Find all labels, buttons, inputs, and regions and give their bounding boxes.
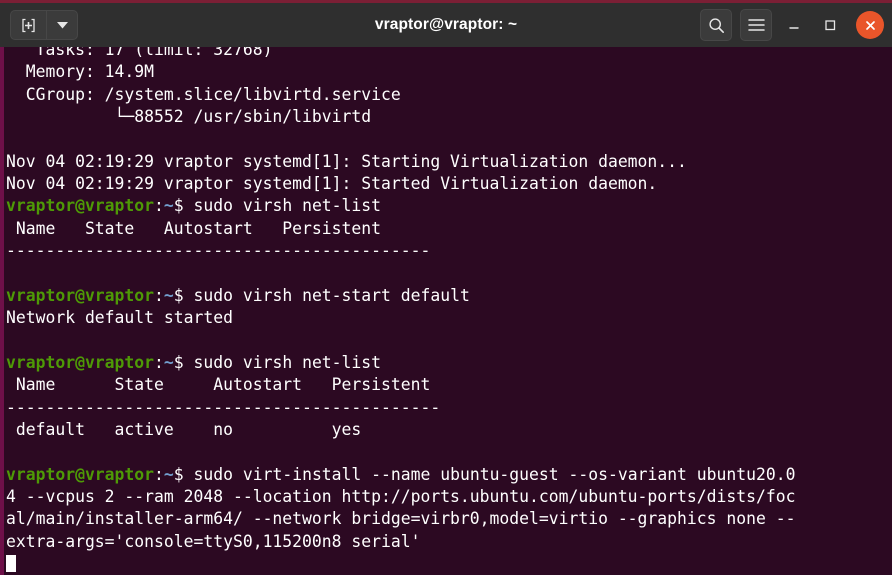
- terminal-body[interactable]: Tasks: 17 (limit: 32768) Memory: 14.9M C…: [0, 47, 892, 575]
- close-button[interactable]: [856, 11, 884, 39]
- terminal-output-line: └─88552 /usr/sbin/libvirtd: [6, 107, 372, 127]
- terminal-output-line: Name State Autostart Persistent: [6, 218, 381, 238]
- new-tab-button[interactable]: [10, 10, 46, 40]
- terminal-prompt-line: vraptor@vraptor:~$ sudo virsh net-list: [6, 352, 892, 374]
- prompt-command: sudo virsh net-start default: [183, 285, 470, 305]
- prompt-command: sudo virt-install --name ubuntu-guest --…: [183, 464, 796, 484]
- maximize-icon: [825, 20, 836, 31]
- prompt-path: ~: [163, 285, 174, 305]
- prompt-user-host: vraptor@vraptor: [6, 285, 155, 305]
- close-icon: [865, 20, 875, 30]
- titlebar-right-controls: [700, 9, 884, 41]
- prompt-separator: :: [154, 352, 164, 372]
- prompt-path: ~: [163, 196, 174, 216]
- search-icon: [708, 17, 724, 33]
- terminal-output-line: Nov 04 02:19:29 vraptor systemd[1]: Star…: [6, 174, 658, 194]
- terminal-prompt-line: vraptor@vraptor:~$ sudo virsh net-start …: [6, 285, 892, 307]
- maximize-button[interactable]: [816, 11, 844, 39]
- minimize-button[interactable]: [780, 11, 808, 39]
- terminal-output-line: Network default started: [6, 308, 233, 328]
- terminal-prompt-line: vraptor@vraptor:~$ sudo virt-install --n…: [6, 464, 892, 486]
- terminal-output-line: Nov 04 02:19:29 vraptor systemd[1]: Star…: [6, 151, 687, 171]
- prompt-sigil: $: [173, 352, 184, 372]
- titlebar-left-controls: [10, 10, 78, 40]
- terminal-output-line: Tasks: 17 (limit: 32768): [6, 47, 273, 59]
- prompt-user-host: vraptor@vraptor: [6, 196, 155, 216]
- terminal-output-line: al/main/installer-arm64/ --network bridg…: [6, 509, 796, 529]
- menu-button[interactable]: [740, 9, 772, 41]
- terminal-output-line: ----------------------------------------…: [6, 397, 441, 417]
- terminal-output-line: CGroup: /system.slice/libvirtd.service: [6, 84, 401, 104]
- terminal-cursor: [6, 554, 16, 572]
- hamburger-menu-icon: [747, 19, 765, 31]
- prompt-separator: :: [154, 285, 164, 305]
- search-button[interactable]: [700, 9, 732, 41]
- terminal-window: vraptor@vraptor: ~ Tasks: 17 (limit: 327…: [0, 0, 892, 575]
- prompt-command: sudo virsh net-list: [183, 196, 382, 216]
- title-bar: vraptor@vraptor: ~: [0, 0, 892, 47]
- prompt-separator: :: [154, 196, 164, 216]
- terminal-output-line: default active no yes: [6, 419, 362, 439]
- terminal-prompt-line: vraptor@vraptor:~$ sudo virsh net-list: [6, 195, 892, 217]
- prompt-path: ~: [163, 464, 174, 484]
- new-tab-icon: [22, 18, 35, 32]
- terminal-screen[interactable]: Tasks: 17 (limit: 32768) Memory: 14.9M C…: [4, 47, 892, 575]
- terminal-output-line: ----------------------------------------…: [6, 241, 431, 261]
- prompt-separator: :: [154, 464, 164, 484]
- prompt-user-host: vraptor@vraptor: [6, 352, 155, 372]
- prompt-user-host: vraptor@vraptor: [6, 464, 155, 484]
- chevron-down-icon: [56, 22, 68, 29]
- terminal-output-line: 4 --vcpus 2 --ram 2048 --location http:/…: [6, 486, 796, 506]
- terminal-output-line: extra-args='console=ttyS0,115200n8 seria…: [6, 531, 421, 551]
- tab-list-dropdown-button[interactable]: [46, 10, 78, 40]
- terminal-output-line: [6, 553, 892, 575]
- terminal-output-line: Memory: 14.9M: [6, 62, 155, 82]
- prompt-sigil: $: [173, 196, 184, 216]
- terminal-output-line: Name State Autostart Persistent: [6, 375, 431, 395]
- prompt-sigil: $: [173, 285, 184, 305]
- minimize-icon: [789, 27, 799, 29]
- prompt-command: sudo virsh net-list: [183, 352, 382, 372]
- prompt-path: ~: [163, 352, 174, 372]
- prompt-sigil: $: [173, 464, 184, 484]
